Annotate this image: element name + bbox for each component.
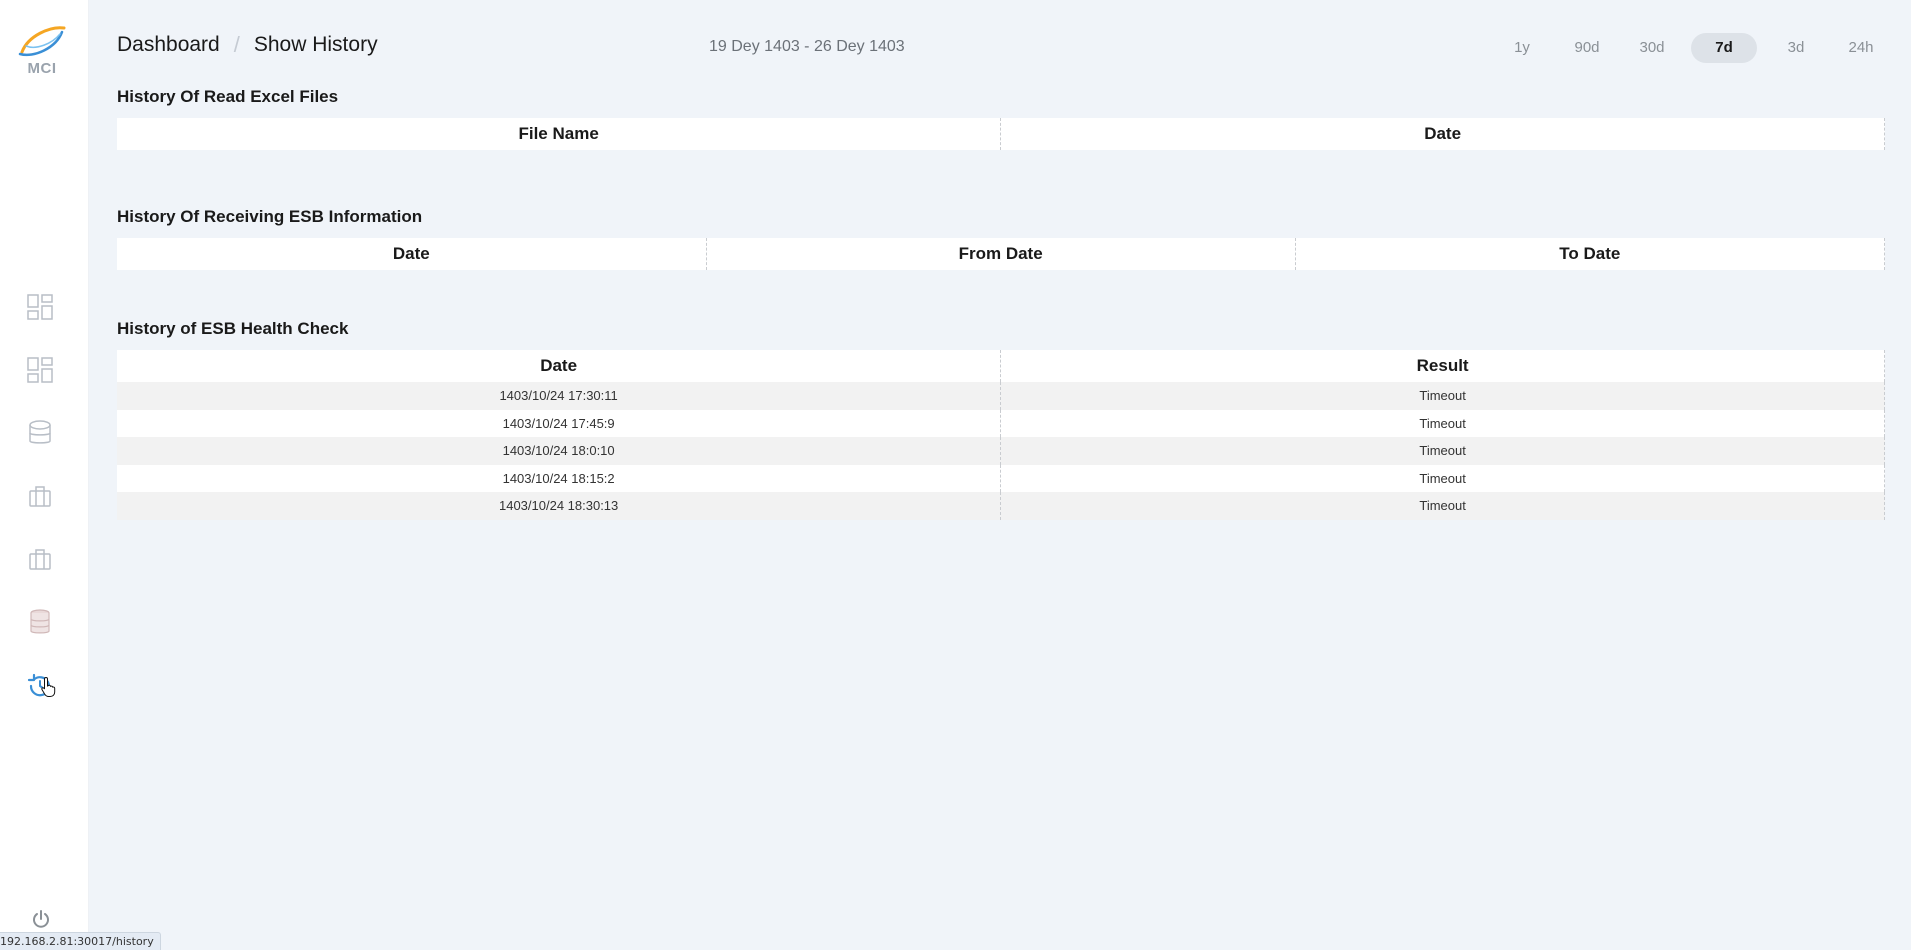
cell-result: Timeout	[1000, 464, 1885, 492]
main-content: Dashboard / Show History 19 Dey 1403 - 2…	[117, 0, 1887, 950]
breadcrumb-dashboard[interactable]: Dashboard	[117, 33, 220, 57]
column-header-from-date[interactable]: From Date	[706, 238, 1296, 270]
column-header-date[interactable]: Date	[117, 350, 1002, 382]
range-7d-button[interactable]: 7d	[1691, 33, 1757, 63]
cell-date: 1403/10/24 18:30:13	[117, 492, 1002, 520]
range-30d-button[interactable]: 30d	[1626, 33, 1678, 63]
table-row: 1403/10/24 17:30:11 Timeout	[117, 382, 1885, 410]
dashboard-grid-icon	[27, 294, 53, 320]
cell-date: 1403/10/24 17:30:11	[117, 382, 1002, 410]
breadcrumb: Dashboard / Show History	[117, 32, 378, 58]
range-90d-button[interactable]: 90d	[1561, 33, 1613, 63]
section-title-esb-info: History Of Receiving ESB Information	[117, 207, 423, 226]
stacked-database-icon	[30, 609, 50, 634]
column-header-to-date[interactable]: To Date	[1295, 238, 1886, 270]
table-row: 1403/10/24 18:0:10 Timeout	[117, 437, 1885, 465]
esb-info-history-table: Date From Date To Date	[117, 238, 1886, 270]
table-row: 1403/10/24 18:30:13 Timeout	[117, 492, 1885, 520]
time-range-selector: 1y 90d 30d 7d 3d 24h	[1483, 33, 1887, 63]
table-row: 1403/10/24 18:15:2 Timeout	[117, 464, 1885, 492]
power-icon	[33, 910, 49, 928]
breadcrumb-show-history: Show History	[253, 33, 378, 56]
sidebar-item-stacked-database[interactable]	[24, 606, 56, 638]
power-button[interactable]	[28, 906, 54, 932]
mci-logo[interactable]: MCI	[14, 22, 70, 86]
cell-date: 1403/10/24 18:15:2	[117, 464, 1002, 492]
cell-date: 1403/10/24 17:45:9	[117, 409, 1002, 437]
sidebar-item-dashboard[interactable]	[24, 291, 56, 323]
cell-result: Timeout	[1000, 492, 1885, 520]
briefcase-icon	[29, 549, 51, 570]
column-header-file-name[interactable]: File Name	[117, 118, 1002, 150]
logo-text: MCI	[27, 60, 57, 77]
range-3d-button[interactable]: 3d	[1770, 33, 1822, 63]
sidebar-item-briefcase[interactable]	[24, 480, 56, 512]
mci-logo-icon	[18, 26, 66, 57]
sidebar-item-briefcase-2[interactable]	[24, 543, 56, 575]
sidebar: MCI	[0, 0, 89, 950]
sidebar-item-dashboard-2[interactable]	[24, 354, 56, 386]
dashboard-grid-icon	[27, 357, 53, 383]
cell-result: Timeout	[1000, 382, 1885, 410]
sidebar-item-database[interactable]	[24, 417, 56, 449]
cell-date: 1403/10/24 18:0:10	[117, 437, 1002, 465]
database-icon	[29, 420, 51, 444]
column-header-date[interactable]: Date	[117, 238, 707, 270]
health-check-history-table: Date Result 1403/10/24 17:30:11 Timeout …	[117, 350, 1885, 520]
cell-result: Timeout	[1000, 437, 1885, 465]
hand-cursor-icon	[41, 676, 56, 697]
excel-history-table: File Name Date	[117, 118, 1885, 150]
table-row: 1403/10/24 17:45:9 Timeout	[117, 409, 1885, 437]
date-range: 19 Dey 1403 - 26 Dey 1403	[709, 38, 905, 55]
cell-result: Timeout	[1000, 409, 1885, 437]
range-1y-button[interactable]: 1y	[1496, 33, 1548, 63]
section-title-health: History of ESB Health Check	[117, 319, 349, 338]
column-header-result[interactable]: Result	[1000, 350, 1885, 382]
briefcase-icon	[29, 486, 51, 507]
topbar: Dashboard / Show History 19 Dey 1403 - 2…	[117, 30, 1887, 66]
section-title-excel: History Of Read Excel Files	[117, 87, 339, 106]
column-header-date[interactable]: Date	[1000, 118, 1885, 150]
range-24h-button[interactable]: 24h	[1835, 33, 1887, 63]
breadcrumb-separator: /	[233, 32, 240, 57]
